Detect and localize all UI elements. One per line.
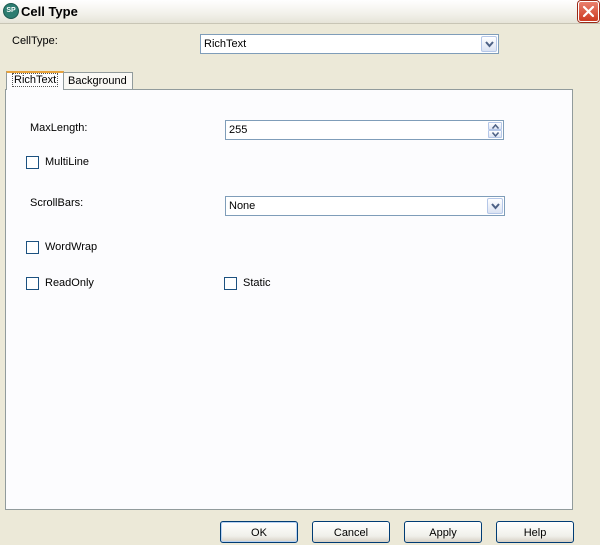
chevron-down-icon — [491, 203, 500, 210]
celltype-value: RichText — [204, 38, 247, 50]
celltype-select[interactable]: RichText — [200, 34, 499, 54]
close-icon — [582, 5, 595, 18]
chevron-down-icon — [492, 132, 499, 137]
richtext-tab-panel: MaxLength: 255 MultiLine ScrollBars: Non… — [5, 89, 573, 510]
celltype-label: CellType: — [12, 35, 58, 47]
multiline-label: MultiLine — [45, 156, 90, 168]
scrollbars-dropdown-button[interactable] — [487, 198, 503, 214]
scrollbars-label: ScrollBars: — [30, 197, 84, 209]
tab-richtext[interactable]: RichText — [6, 71, 65, 90]
chevron-up-icon — [492, 124, 499, 129]
cancel-button[interactable]: Cancel — [312, 521, 390, 543]
title-bar[interactable]: SP Cell Type — [0, 0, 600, 24]
scrollbars-select[interactable]: None — [225, 196, 505, 216]
celltype-dropdown-button[interactable] — [481, 36, 497, 52]
maxlength-down-button[interactable] — [488, 130, 502, 138]
maxlength-spinner[interactable]: 255 — [225, 120, 504, 140]
readonly-label: ReadOnly — [45, 277, 94, 289]
maxlength-label: MaxLength: — [30, 122, 88, 134]
tab-richtext-label: RichText — [12, 73, 59, 87]
multiline-checkbox-box[interactable] — [26, 156, 39, 169]
app-icon: SP — [3, 3, 19, 19]
static-label: Static — [243, 277, 271, 289]
readonly-checkbox-box[interactable] — [26, 277, 39, 290]
chevron-down-icon — [485, 41, 494, 48]
maxlength-up-button[interactable] — [488, 122, 502, 130]
tab-background[interactable]: Background — [62, 72, 133, 90]
window-title: Cell Type — [21, 4, 78, 19]
tab-background-label: Background — [68, 75, 127, 87]
close-button[interactable] — [578, 1, 599, 22]
maxlength-value: 255 — [229, 124, 248, 136]
static-checkbox-box[interactable] — [224, 277, 237, 290]
wordwrap-label: WordWrap — [45, 241, 98, 253]
wordwrap-checkbox-box[interactable] — [26, 241, 39, 254]
scrollbars-value: None — [229, 200, 256, 212]
apply-button[interactable]: Apply — [404, 521, 482, 543]
ok-button[interactable]: OK — [220, 521, 298, 543]
help-button[interactable]: Help — [496, 521, 574, 543]
cell-type-dialog: SP Cell Type CellType: RichText RichText… — [0, 0, 600, 545]
